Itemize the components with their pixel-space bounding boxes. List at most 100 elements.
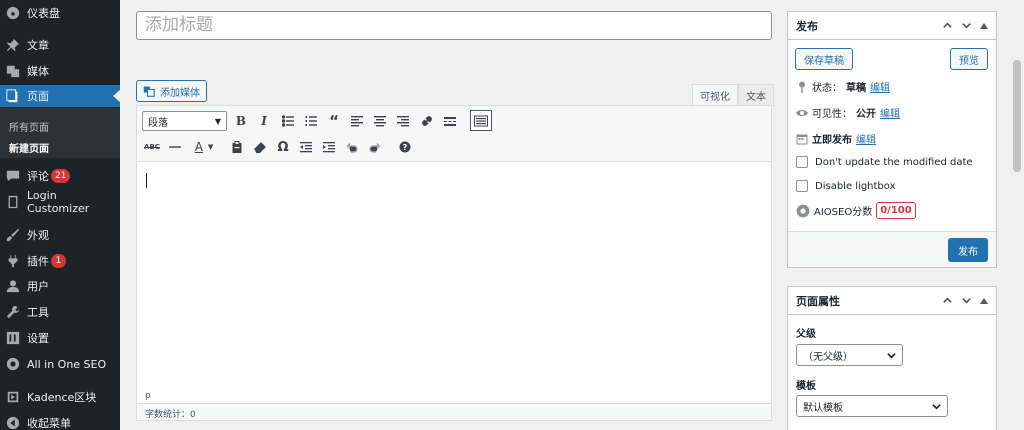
disable-lightbox-checkbox[interactable]: [796, 180, 808, 192]
sidebar-item-media[interactable]: 媒体: [0, 60, 120, 82]
sidebar-item-aioseo[interactable]: All in One SEO: [0, 353, 120, 375]
submenu-all-pages[interactable]: 所有页面: [9, 119, 49, 134]
numbered-list-icon: [305, 116, 317, 126]
aioseo-score-badge[interactable]: 0/100: [876, 202, 916, 219]
sidebar-item-users[interactable]: 用户: [0, 275, 120, 297]
classic-editor: 段落 ▼ B I “ ABC A ▼ Ω ? p 字数统计：0: [136, 105, 772, 421]
move-down-button[interactable]: [961, 295, 972, 306]
tab-text[interactable]: 文本: [738, 84, 774, 106]
submenu-new-page[interactable]: 新建页面: [9, 140, 49, 155]
user-icon: [6, 279, 20, 293]
keyboard-icon: [474, 115, 488, 126]
special-character-button[interactable]: Ω: [273, 137, 293, 157]
align-center-button[interactable]: [370, 111, 390, 131]
toggle-panel-button[interactable]: [980, 22, 988, 30]
sidebar-collapse-menu[interactable]: 收起菜单: [0, 412, 120, 430]
outdent-button[interactable]: [296, 137, 316, 157]
redo-button[interactable]: [365, 137, 385, 157]
bullet-list-icon: [282, 115, 294, 127]
link-icon: [422, 116, 432, 126]
word-count-bar: 字数统计：0: [137, 403, 771, 420]
media-icon: [6, 64, 20, 78]
move-up-button[interactable]: [942, 295, 953, 306]
editor-content-area[interactable]: [137, 162, 771, 388]
parent-select-value: （无父级）: [803, 351, 853, 363]
comments-count-badge: 21: [51, 169, 71, 183]
parent-select[interactable]: （无父级）: [796, 344, 903, 366]
wrench-icon: [6, 305, 20, 319]
numbered-list-button[interactable]: [301, 111, 321, 131]
chevron-down-icon: [962, 23, 971, 29]
sidebar-item-kadence[interactable]: Kadence区块: [0, 386, 120, 408]
indent-button[interactable]: [319, 137, 339, 157]
seo-icon: [6, 357, 20, 371]
dont-update-row[interactable]: Don't update the modified date: [796, 156, 973, 168]
insert-link-button[interactable]: [417, 111, 437, 131]
publish-button[interactable]: 发布: [948, 238, 988, 262]
sidebar-item-label: 工具: [27, 306, 49, 319]
comment-icon: [6, 169, 20, 183]
add-media-label: 添加媒体: [160, 87, 200, 99]
tab-visual[interactable]: 可视化: [692, 84, 738, 106]
format-select[interactable]: 段落 ▼: [142, 111, 227, 131]
preview-button[interactable]: 预览: [950, 48, 988, 70]
kadence-icon: [6, 390, 20, 404]
sidebar-item-settings[interactable]: 设置: [0, 327, 120, 349]
undo-button[interactable]: [342, 137, 362, 157]
schedule-row: 立即发布 编辑: [796, 131, 876, 146]
sidebar-item-comments[interactable]: 评论 21: [0, 165, 120, 187]
bold-button[interactable]: B: [231, 111, 251, 131]
sidebar-item-dashboard[interactable]: 仪表盘: [0, 2, 120, 24]
dashboard-icon: [6, 6, 20, 20]
sidebar-item-plugins[interactable]: 插件 1: [0, 250, 120, 272]
publish-actions: 发布: [788, 231, 996, 267]
sidebar-item-pages[interactable]: 页面: [0, 85, 120, 107]
sidebar-item-posts[interactable]: 文章: [0, 34, 120, 56]
keyboard-shortcuts-button[interactable]: ?: [395, 137, 415, 157]
chevron-up-icon: [943, 297, 952, 303]
sidebar-item-label: 文章: [27, 39, 49, 52]
paste-text-button[interactable]: [227, 137, 247, 157]
edit-schedule-link[interactable]: 编辑: [856, 131, 876, 146]
blockquote-button[interactable]: “: [324, 111, 344, 131]
italic-button[interactable]: I: [254, 111, 274, 131]
scrollbar-thumb[interactable]: [1013, 60, 1021, 172]
dont-update-checkbox[interactable]: [796, 156, 808, 168]
pin-icon: [6, 38, 20, 52]
clear-formatting-button[interactable]: [250, 137, 270, 157]
align-left-button[interactable]: [347, 111, 367, 131]
edit-status-link[interactable]: 编辑: [870, 79, 890, 94]
chevron-down-icon: [962, 298, 971, 304]
strikethrough-button[interactable]: ABC: [142, 137, 162, 157]
status-label: 状态：: [812, 83, 842, 94]
sidebar-item-tools[interactable]: 工具: [0, 301, 120, 323]
sidebar-item-appearance[interactable]: 外观: [0, 224, 120, 246]
visibility-value: 公开: [856, 109, 876, 120]
visibility-label: 可见性：: [812, 109, 852, 120]
align-left-icon: [351, 116, 363, 127]
move-up-button[interactable]: [942, 20, 953, 31]
toolbar-toggle-button[interactable]: [470, 110, 492, 131]
quote-icon: “: [329, 112, 339, 130]
add-media-button[interactable]: 添加媒体: [136, 80, 207, 102]
text-color-button[interactable]: A ▼: [188, 137, 220, 157]
horizontal-line-button[interactable]: [165, 137, 185, 157]
plugins-update-badge: 1: [51, 254, 66, 268]
align-right-button[interactable]: [393, 111, 413, 131]
sidebar-item-login-customizer[interactable]: Login Customizer: [0, 189, 120, 215]
read-more-button[interactable]: [440, 111, 460, 131]
publish-box-title: 发布: [796, 19, 818, 33]
save-draft-button[interactable]: 保存草稿: [795, 48, 853, 70]
svg-text:?: ?: [403, 143, 408, 152]
move-down-button[interactable]: [961, 20, 972, 31]
edit-visibility-link[interactable]: 编辑: [880, 105, 900, 120]
disable-lightbox-row[interactable]: Disable lightbox: [796, 180, 896, 192]
template-select[interactable]: 默认模板: [796, 395, 948, 417]
clipboard-icon: [232, 141, 242, 153]
chevron-up-icon: [943, 22, 952, 28]
bullet-list-button[interactable]: [278, 111, 298, 131]
template-select-value: 默认模板: [803, 402, 843, 414]
toggle-panel-button[interactable]: [980, 297, 988, 305]
sidebar-item-label: All in One SEO: [27, 357, 107, 371]
title-input[interactable]: 添加标题: [136, 11, 772, 40]
